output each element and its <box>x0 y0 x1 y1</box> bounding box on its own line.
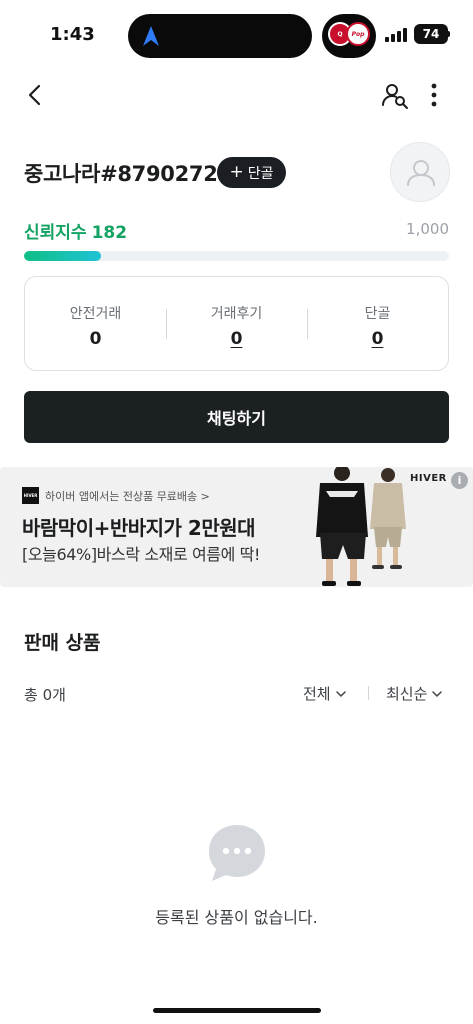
trust-score-max: 1,000 <box>406 220 449 238</box>
home-indicator[interactable] <box>153 1008 321 1013</box>
avatar[interactable] <box>390 142 450 202</box>
trust-label-text: 신뢰지수 <box>24 223 87 243</box>
trust-score-label: 신뢰지수 182 <box>24 218 127 243</box>
empty-chat-bubble-icon <box>209 825 265 881</box>
chat-button[interactable]: 채팅하기 <box>24 391 449 443</box>
stat-label: 단골 <box>364 306 391 322</box>
status-bar: 1:43 Q Pop 74 <box>0 0 473 70</box>
ad-brand: HIVER <box>410 473 447 484</box>
trust-progress-bar <box>24 251 449 261</box>
navigation-arrow-icon <box>143 26 159 46</box>
stat-label: 안전거래 <box>69 306 122 322</box>
sort-label: 최신순 <box>386 685 428 703</box>
trust-score-value: 182 <box>91 223 128 243</box>
products-total-count: 총 0개 <box>24 686 66 704</box>
stat-value[interactable]: 0 <box>372 329 384 349</box>
status-app-badges: Q Pop <box>322 14 376 58</box>
chevron-down-icon <box>432 690 443 697</box>
ad-title: 바람막이+반바지가 2만원대 <box>22 516 256 540</box>
stat-value[interactable]: 0 <box>231 329 243 349</box>
add-regular-button[interactable]: + 단골 <box>217 157 286 188</box>
ad-banner[interactable]: HIVER 하이버 앱에서는 전상품 무료배송 > 바람막이+반바지가 2만원대… <box>0 467 473 587</box>
ad-info-icon[interactable]: i <box>451 472 468 489</box>
top-nav <box>0 72 473 120</box>
filter-divider <box>368 686 369 700</box>
regular-button-label: 단골 <box>247 165 274 182</box>
more-vertical-button[interactable] <box>421 80 447 110</box>
ad-subtitle: [오늘64%]바스락 소재로 여름에 딱! <box>22 545 260 564</box>
signal-icon <box>385 26 407 42</box>
stat-value: 0 <box>89 329 102 349</box>
products-section-title: 판매 상품 <box>24 632 101 654</box>
profile-name: 중고나라#8790272 <box>24 162 218 186</box>
trust-progress-fill <box>24 251 102 261</box>
stat-label: 거래후기 <box>210 306 263 322</box>
stat-reviews[interactable]: 거래후기 0 <box>166 277 307 370</box>
hiver-logo: HIVER <box>22 487 39 504</box>
empty-message: 등록된 상품이 없습니다. <box>155 908 318 927</box>
app-badge-right: Pop <box>346 22 370 46</box>
plus-icon: + <box>229 162 244 182</box>
ad-model-photo <box>316 467 406 586</box>
sort-dropdown[interactable]: 최신순 <box>386 683 443 704</box>
ad-source-row: HIVER 하이버 앱에서는 전상품 무료배송 > <box>22 487 210 504</box>
battery-level: 74 <box>422 27 440 41</box>
filter-all-dropdown[interactable]: 전체 <box>303 683 347 704</box>
trade-stats: 안전거래 0 거래후기 0 단골 0 <box>24 276 449 371</box>
stat-safe-trade: 안전거래 0 <box>25 277 166 370</box>
chevron-down-icon <box>335 690 346 697</box>
back-button[interactable] <box>20 80 50 110</box>
filter-all-label: 전체 <box>303 685 331 703</box>
status-time: 1:43 <box>50 24 95 45</box>
battery-icon: 74 <box>414 24 448 44</box>
user-placeholder-icon <box>407 160 435 186</box>
stat-regulars[interactable]: 단골 0 <box>307 277 448 370</box>
dynamic-island <box>128 14 312 58</box>
ad-source: 하이버 앱에서는 전상품 무료배송 > <box>45 489 210 503</box>
battery-tip <box>448 31 450 37</box>
user-search-button[interactable] <box>380 80 410 110</box>
